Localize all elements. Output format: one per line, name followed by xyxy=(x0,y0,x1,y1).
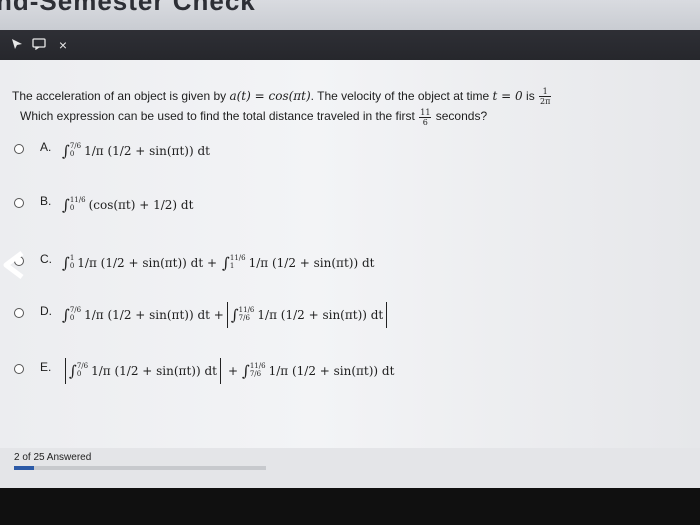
question-line2-post: seconds? xyxy=(432,109,488,124)
integral-limits: 7/6 0 xyxy=(69,142,82,158)
integral-limits: 11/6 7/6 xyxy=(249,362,266,378)
toolbar: × xyxy=(0,30,700,60)
page-header-title: nd-Semester Check xyxy=(0,0,256,16)
progress-fill xyxy=(14,466,35,470)
radio-option-d[interactable] xyxy=(14,308,24,318)
option-expression: ∫ 7/6 0 1/π (1/2 + sin(πt)) dt + ∫ 11/6 7/… xyxy=(62,356,394,386)
integral-body: 1/π (1/2 + sin(πt)) dt xyxy=(248,256,375,270)
integral-limits: 11/6 0 xyxy=(69,196,86,212)
radio-option-e[interactable] xyxy=(14,364,24,374)
option-e[interactable]: E. ∫ 7/6 0 1/π (1/2 + sin(πt)) dt + ∫ 11/… xyxy=(14,356,674,386)
integral-limits: 7/6 0 xyxy=(76,362,89,378)
absolute-value-bar xyxy=(65,358,66,384)
option-d[interactable]: D. ∫ 7/6 0 1/π (1/2 + sin(πt)) dt + ∫ 11/… xyxy=(14,300,674,330)
question-equation: a(t) = cos(πt) xyxy=(229,89,311,103)
integral-body: 1/π (1/2 + sin(πt)) dt + xyxy=(84,308,224,322)
integral-body: 1/π (1/2 + sin(πt)) dt + xyxy=(77,256,218,270)
option-expression: ∫ 10 1/π (1/2 + sin(πt)) dt + ∫ 11/6 1 1/… xyxy=(62,248,374,278)
option-letter: A. xyxy=(40,140,52,154)
question-t0: t = 0 xyxy=(492,89,523,103)
integral-body: (cos(πt) + 1/2) dt xyxy=(88,198,194,212)
integral-sign: ∫ xyxy=(62,142,70,160)
integral-limits: 10 xyxy=(69,254,75,270)
question-line2-pre: Which expression can be used to find the… xyxy=(20,109,419,124)
question-line1-is: is xyxy=(522,89,539,103)
progress-label: 2 of 25 Answered xyxy=(14,452,92,463)
close-icon[interactable]: × xyxy=(54,36,72,54)
comment-icon[interactable] xyxy=(30,36,48,54)
plus-sign: + xyxy=(227,364,239,378)
option-letter: C. xyxy=(40,252,52,266)
option-expression: ∫ 11/6 0 (cos(πt) + 1/2) dt xyxy=(62,190,193,220)
absolute-value-bar xyxy=(386,302,388,328)
radio-option-a[interactable] xyxy=(14,144,24,154)
integral-sign: ∫ xyxy=(62,196,70,214)
option-letter: E. xyxy=(40,360,52,374)
radio-option-b[interactable] xyxy=(14,198,24,208)
screen-bezel xyxy=(0,488,700,525)
option-letter: D. xyxy=(40,304,52,318)
integral-limits: 11/6 7/6 xyxy=(238,306,255,322)
header-strip: nd-Semester Check xyxy=(0,0,700,30)
integral-body: 1/π (1/2 + sin(πt)) dt xyxy=(257,308,384,322)
absolute-value-bar xyxy=(219,358,221,384)
option-expression: ∫ 7/6 0 1/π (1/2 + sin(πt)) dt + ∫ 11/6 7/… xyxy=(62,300,390,330)
option-a[interactable]: A. ∫ 7/6 0 1/π (1/2 + sin(πt)) dt xyxy=(14,136,674,166)
pointer-icon[interactable] xyxy=(8,36,26,54)
option-expression: ∫ 7/6 0 1/π (1/2 + sin(πt)) dt xyxy=(62,136,210,166)
option-b[interactable]: B. ∫ 11/6 0 (cos(πt) + 1/2) dt xyxy=(14,190,674,220)
option-letter: B. xyxy=(40,194,52,208)
question-line1-pre: The acceleration of an object is given b… xyxy=(12,89,230,103)
integral-sign: ∫ xyxy=(230,306,239,324)
integral-sign: ∫ xyxy=(222,254,230,272)
integral-body: 1/π (1/2 + sin(πt)) dt xyxy=(268,364,395,378)
question-panel: The acceleration of an object is given b… xyxy=(0,60,700,448)
option-c[interactable]: C. ∫ 10 1/π (1/2 + sin(πt)) dt + ∫ 11/6 1… xyxy=(14,248,674,278)
integral-sign: ∫ xyxy=(62,254,70,272)
integral-sign: ∫ xyxy=(242,362,250,380)
absolute-value-bar xyxy=(226,302,228,328)
question-text: The acceleration of an object is given b… xyxy=(12,86,692,127)
footer: 2 of 25 Answered xyxy=(0,448,700,488)
initial-velocity-fraction: 1 2π xyxy=(539,87,552,107)
integral-limits: 11/6 1 xyxy=(229,254,246,270)
integral-sign: ∫ xyxy=(62,306,70,324)
integral-body: 1/π (1/2 + sin(πt)) dt xyxy=(91,364,217,378)
progress-bar xyxy=(14,466,266,470)
integral-body: 1/π (1/2 + sin(πt)) dt xyxy=(84,144,210,158)
integral-sign: ∫ xyxy=(69,362,77,380)
back-arrow-icon[interactable] xyxy=(0,247,30,283)
question-line1-mid: . The velocity of the object at time xyxy=(310,89,493,103)
integral-limits: 7/6 0 xyxy=(69,306,82,322)
time-fraction: 11 6 xyxy=(419,107,432,127)
